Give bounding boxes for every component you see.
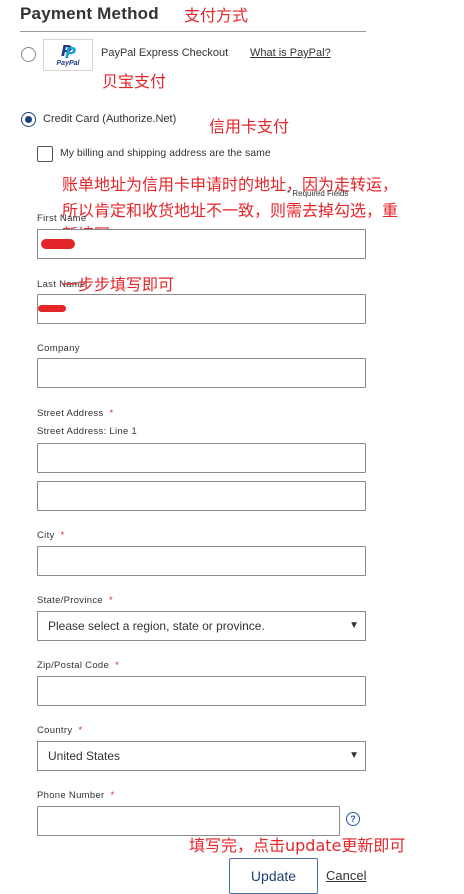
zip-label-text: Zip/Postal Code <box>37 660 110 671</box>
paypal-radio[interactable] <box>21 47 36 62</box>
phone-label-text: Phone Number <box>37 790 105 801</box>
city-label-text: City <box>37 530 55 541</box>
annotation-paypal: 贝宝支付 <box>102 72 167 91</box>
city-required-mark: * <box>60 530 65 541</box>
state-select-value: Please select a region, state or provinc… <box>48 619 265 633</box>
country-select-value: United States <box>48 749 121 763</box>
last-name-input[interactable] <box>37 294 366 324</box>
paypal-option-label[interactable]: PayPal Express Checkout <box>101 47 228 59</box>
state-label: State/Province * <box>37 595 113 606</box>
phone-label: Phone Number * <box>37 790 115 801</box>
page-title: Payment Method <box>20 4 159 23</box>
zip-required-mark: * <box>115 660 120 671</box>
help-icon[interactable]: ? <box>346 812 360 826</box>
same-address-checkbox[interactable] <box>37 146 53 162</box>
country-required-mark: * <box>78 725 83 736</box>
first-name-redaction <box>41 239 75 249</box>
annotation-credit-card: 信用卡支付 <box>209 117 290 136</box>
city-input[interactable] <box>37 546 366 576</box>
country-label-text: Country <box>37 725 73 736</box>
country-label: Country * <box>37 725 82 736</box>
required-fields-hint: * Required Fields <box>287 189 349 198</box>
street-line2-input[interactable] <box>37 481 366 511</box>
paypal-logo-text: PayPal <box>56 60 80 67</box>
annotation-billing-line-2: 所以肯定和收货地址不一致，则需去掉勾选，重 <box>62 201 399 220</box>
state-required-mark: * <box>108 595 113 606</box>
chevron-down-icon: ▼ <box>349 750 359 761</box>
annotation-update: 填写完，点击update更新即可 <box>189 836 406 855</box>
paypal-logo: PP PayPal <box>43 39 93 71</box>
title-divider <box>20 31 366 32</box>
street-address-label-text: Street Address <box>37 408 104 419</box>
cancel-link[interactable]: Cancel <box>326 868 366 883</box>
first-name-label: First Name <box>37 213 87 224</box>
company-input[interactable] <box>37 358 366 388</box>
credit-card-option-label[interactable]: Credit Card (Authorize.Net) <box>43 113 176 125</box>
phone-input[interactable] <box>37 806 340 836</box>
same-address-label: My billing and shipping address are the … <box>60 147 271 159</box>
street-required-mark: * <box>109 408 114 419</box>
credit-card-radio[interactable] <box>21 112 36 127</box>
annotation-step-by-step: 一步步填写即可 <box>62 275 175 294</box>
city-label: City * <box>37 530 65 541</box>
street-line1-label: Street Address: Line 1 <box>37 426 138 437</box>
chevron-down-icon: ▼ <box>349 620 359 631</box>
state-select[interactable]: Please select a region, state or provinc… <box>37 611 366 641</box>
country-select[interactable]: United States ▼ <box>37 741 366 771</box>
company-label: Company <box>37 343 80 354</box>
street-address-label: Street Address * <box>37 408 114 419</box>
zip-label: Zip/Postal Code * <box>37 660 119 671</box>
state-label-text: State/Province <box>37 595 103 606</box>
paypal-logo-icon: PP <box>61 42 76 62</box>
what-is-paypal-link[interactable]: What is PayPal? <box>250 47 331 59</box>
street-line1-input[interactable] <box>37 443 366 473</box>
last-name-redaction <box>38 305 66 312</box>
first-name-input[interactable]: K <box>37 229 366 259</box>
phone-required-mark: * <box>110 790 115 801</box>
annotation-payment-method: 支付方式 <box>184 6 249 25</box>
update-button[interactable]: Update <box>229 858 318 894</box>
zip-input[interactable] <box>37 676 366 706</box>
